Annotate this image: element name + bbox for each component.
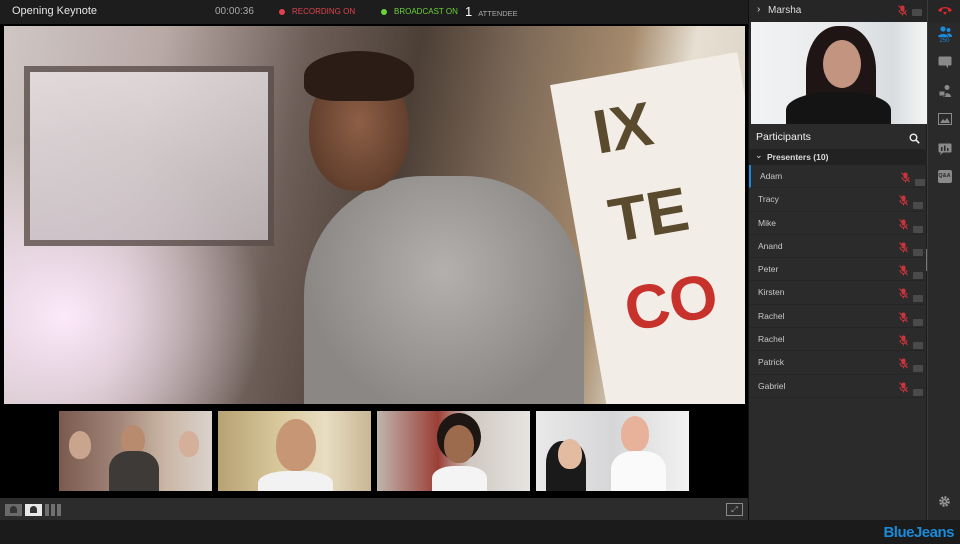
polls-rail-button[interactable]	[928, 143, 960, 156]
participant-row[interactable]: Tracy	[749, 188, 927, 212]
muted-mic-icon[interactable]	[899, 286, 908, 304]
camera-off-icon	[912, 8, 922, 19]
participant-row[interactable]: Peter	[749, 258, 927, 282]
chevron-down-icon: ⌄	[755, 150, 763, 160]
gear-icon	[939, 496, 950, 507]
participant-thumbnail[interactable]	[536, 411, 689, 491]
muted-mic-icon[interactable]	[899, 333, 908, 351]
brand-logo: BlueJeans	[883, 524, 954, 541]
fullscreen-icon: ⤢	[731, 505, 738, 514]
participants-rail-button[interactable]: 250	[928, 26, 960, 44]
search-icon[interactable]	[909, 131, 920, 149]
qa-icon: Q&A	[937, 170, 952, 183]
presenters-group-label: Presenters (10)	[767, 152, 829, 162]
meeting-top-bar: Opening Keynote 00:00:36 RECORDING ON BR…	[0, 0, 748, 24]
broadcast-label: BROADCAST ON	[394, 7, 458, 16]
settings-button[interactable]	[928, 495, 960, 508]
participants-list: Adam Tracy Mike Anand Peter Kirsten Rachel Rach…	[749, 165, 927, 398]
participants-title: Participants	[756, 131, 811, 143]
participant-row[interactable]: Kirsten	[749, 281, 927, 305]
hang-up-icon	[937, 7, 952, 15]
attendee-label: ATTENDEE	[478, 9, 518, 18]
chevron-right-icon[interactable]: ›	[757, 4, 760, 15]
broadcast-status: BROADCAST ON	[381, 7, 458, 16]
presenter-body	[304, 176, 584, 404]
recording-dot-icon	[279, 8, 285, 15]
participant-row[interactable]: Gabriel	[749, 375, 927, 398]
video-stage: IX TE CO	[0, 24, 748, 498]
footer-bar: BlueJeans	[0, 520, 960, 544]
chat-icon	[938, 56, 951, 69]
thumbnail-strip	[59, 411, 689, 491]
participant-name: Tracy	[758, 194, 779, 205]
participant-name: Rachel	[758, 310, 785, 321]
muted-mic-icon[interactable]	[901, 170, 910, 188]
speaker-with-strip-button[interactable]	[25, 504, 42, 516]
participant-name: Mike	[758, 217, 776, 228]
participant-name: Adam	[760, 171, 783, 181]
participant-name: Peter	[758, 264, 779, 275]
participant-thumbnail[interactable]	[377, 411, 530, 491]
muted-mic-icon[interactable]	[899, 217, 908, 235]
share-content-rail-button[interactable]	[928, 84, 960, 98]
speaker-view-button[interactable]	[5, 504, 22, 516]
media-icon	[937, 113, 952, 125]
gallery-view-button[interactable]	[45, 504, 62, 516]
main-presenter-video[interactable]: IX TE CO	[4, 26, 745, 404]
participant-name: Gabriel	[758, 380, 786, 391]
stage-toolbar: ⤢	[0, 498, 748, 520]
participant-row[interactable]: Rachel	[749, 328, 927, 352]
side-rail: 250 Q&A	[927, 0, 960, 520]
muted-mic-icon[interactable]	[899, 380, 908, 398]
participant-name: Kirsten	[758, 287, 785, 298]
qa-rail-button[interactable]: Q&A	[928, 170, 960, 183]
participants-icon	[937, 26, 952, 37]
participant-thumbnail[interactable]	[59, 411, 212, 491]
attendee-count: 1	[465, 4, 473, 19]
participants-count: 250	[939, 38, 950, 44]
hang-up-button[interactable]	[928, 0, 960, 22]
muted-mic-icon[interactable]	[899, 310, 908, 328]
participant-name: Rachel	[758, 334, 785, 345]
participant-row[interactable]: Anand	[749, 235, 927, 259]
presenters-group-header[interactable]: ⌄ Presenters (10)	[749, 149, 927, 165]
share-content-icon	[938, 85, 951, 97]
participant-row[interactable]: Mike	[749, 212, 927, 235]
participants-header: Participants	[749, 126, 927, 148]
camera-off-icon[interactable]	[913, 383, 923, 401]
fullscreen-button[interactable]: ⤢	[726, 503, 743, 516]
participant-row[interactable]: Rachel	[749, 305, 927, 329]
attendee-counter: 1 ATTENDEE	[465, 4, 518, 19]
elapsed-timer: 00:00:36	[215, 6, 254, 17]
video-meeting-app: Opening Keynote 00:00:36 RECORDING ON BR…	[0, 0, 960, 544]
presenter-hair	[304, 51, 414, 101]
muted-mic-icon[interactable]	[899, 263, 908, 281]
chat-rail-button[interactable]	[928, 56, 960, 69]
recording-status: RECORDING ON	[279, 7, 355, 16]
self-view-name: Marsha	[768, 5, 802, 16]
background-window	[24, 66, 274, 246]
meeting-title: Opening Keynote	[12, 5, 98, 17]
right-panel: › Marsha Participants ⌄ Presenters (10) …	[748, 0, 927, 520]
media-rail-button[interactable]	[928, 113, 960, 125]
self-view-video[interactable]	[751, 22, 927, 124]
recording-label: RECORDING ON	[292, 7, 356, 16]
participant-name: Anand	[758, 240, 783, 251]
participant-row[interactable]: Adam	[749, 165, 927, 189]
broadcast-dot-icon	[381, 8, 387, 15]
participant-name: Patrick	[758, 357, 784, 368]
participant-row[interactable]: Patrick	[749, 351, 927, 375]
muted-mic-icon[interactable]	[899, 240, 908, 258]
participant-thumbnail[interactable]	[218, 411, 371, 491]
polls-icon	[938, 143, 951, 156]
self-view-header[interactable]: › Marsha	[749, 0, 927, 22]
muted-mic-icon	[898, 5, 907, 19]
muted-mic-icon[interactable]	[899, 193, 908, 211]
muted-mic-icon[interactable]	[899, 356, 908, 374]
